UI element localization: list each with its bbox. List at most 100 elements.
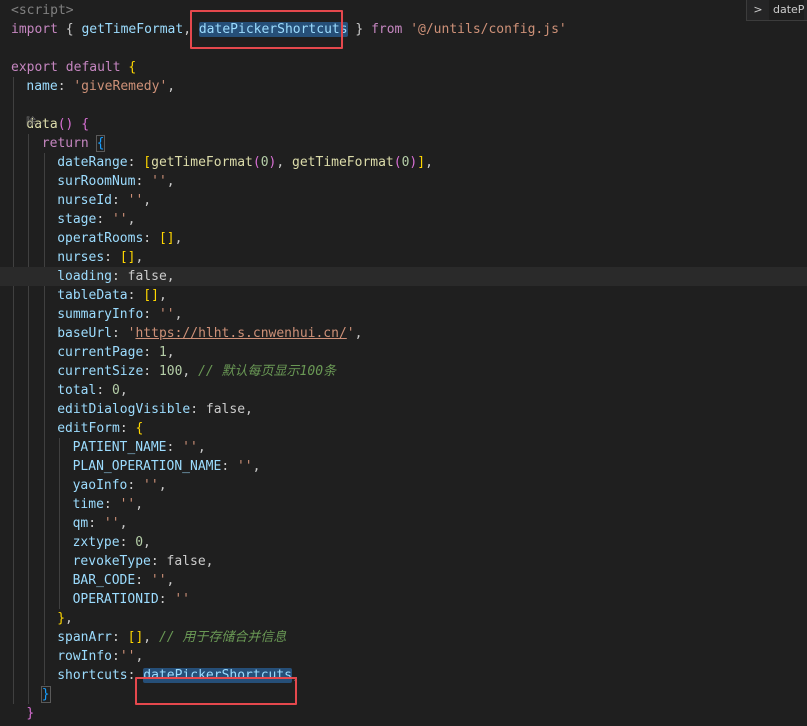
code-token: : xyxy=(119,421,136,436)
code-token: nurseId xyxy=(57,193,112,208)
code-token: : xyxy=(221,459,237,474)
code-line[interactable]: } xyxy=(0,685,807,704)
code-token: '' xyxy=(151,174,167,189)
code-editor[interactable]: <script> import { getTimeFormat, datePick… xyxy=(0,0,807,726)
code-line[interactable]: <script> xyxy=(0,1,807,20)
code-token: loading xyxy=(57,269,112,284)
code-line[interactable]: import { getTimeFormat, datePickerShortc… xyxy=(0,20,807,39)
code-token: '' xyxy=(236,459,253,474)
code-token: PLAN_OPERATION_NAME xyxy=(72,459,222,474)
code-line[interactable]: qm: '', xyxy=(0,514,807,533)
code-line[interactable]: nurseId: '', xyxy=(0,191,807,210)
code-token: , xyxy=(158,478,167,493)
code-line[interactable]: data() { xyxy=(0,115,807,134)
code-line[interactable]: currentPage: 1, xyxy=(0,343,807,362)
code-token: editForm xyxy=(57,421,120,436)
code-token: , xyxy=(119,516,128,531)
code-token: [] xyxy=(143,288,159,303)
code-token: , xyxy=(135,250,144,265)
code-token: , xyxy=(166,269,175,284)
code-token: , xyxy=(174,307,183,322)
code-token: getTimeFormat xyxy=(81,22,184,37)
code-token: 0 xyxy=(135,535,144,550)
code-token: ( xyxy=(252,155,261,170)
code-token: '' xyxy=(158,307,175,322)
code-token: 'giveRemedy' xyxy=(73,79,168,94)
code-line[interactable]: dateRange: [getTimeFormat(0), getTimeFor… xyxy=(0,153,807,172)
code-line[interactable]: total: 0, xyxy=(0,381,807,400)
code-line[interactable] xyxy=(0,96,807,115)
code-line-current[interactable]: loading: false, xyxy=(0,267,807,286)
chevron-right-icon[interactable]: > xyxy=(751,0,765,20)
code-line[interactable]: PATIENT_NAME: '', xyxy=(0,438,807,457)
code-line[interactable]: OPERATIONID: '' xyxy=(0,590,807,609)
code-token: false xyxy=(205,402,246,417)
code-token: : xyxy=(119,535,136,550)
code-token: : xyxy=(127,478,144,493)
code-line[interactable]: yaoInfo: '', xyxy=(0,476,807,495)
code-token: , xyxy=(174,231,183,246)
code-line[interactable]: spanArr: [], // 用于存储合并信息 xyxy=(0,628,807,647)
code-token: zxtype xyxy=(72,535,120,550)
code-token: qm xyxy=(72,516,89,531)
code-token: , xyxy=(166,345,175,360)
code-token: , xyxy=(158,288,167,303)
code-token: : xyxy=(104,250,120,265)
code-token: : xyxy=(143,345,159,360)
code-token: yaoInfo xyxy=(72,478,128,493)
code-line[interactable]: shortcuts: datePickerShortcuts, xyxy=(0,666,807,685)
code-token: '' xyxy=(127,193,144,208)
code-token: : xyxy=(150,554,167,569)
code-token: editDialogVisible xyxy=(57,402,191,417)
code-line[interactable]: }, xyxy=(0,609,807,628)
code-token: ' xyxy=(346,326,355,341)
code-line[interactable]: zxtype: 0, xyxy=(0,533,807,552)
code-token: '' xyxy=(119,649,136,664)
sticky-scroll-widget[interactable]: > dateP xyxy=(746,0,807,21)
code-line[interactable]: time: '', xyxy=(0,495,807,514)
code-token: getTimeFormat xyxy=(151,155,253,170)
code-line[interactable]: PLAN_OPERATION_NAME: '', xyxy=(0,457,807,476)
code-line[interactable] xyxy=(0,39,807,58)
code-token: 1 xyxy=(158,345,167,360)
code-token: surRoomNum xyxy=(57,174,136,189)
code-token: : xyxy=(111,326,128,341)
code-line[interactable]: } xyxy=(0,704,807,723)
code-token: : xyxy=(103,497,120,512)
code-line[interactable]: nurses: [], xyxy=(0,248,807,267)
code-token: '' xyxy=(174,592,190,607)
code-token: '' xyxy=(150,573,167,588)
code-token: , xyxy=(166,573,175,588)
code-line[interactable]: rowInfo:'', xyxy=(0,647,807,666)
code-line[interactable]: name: 'giveRemedy', xyxy=(0,77,807,96)
code-token: , xyxy=(276,155,293,170)
code-token: https://hlht.s.cnwenhui.cn/ xyxy=(135,326,347,341)
code-token: ] xyxy=(417,155,426,170)
code-token: , xyxy=(197,440,206,455)
code-line[interactable]: export default { xyxy=(0,58,807,77)
code-token: dateRange xyxy=(57,155,128,170)
code-token: : xyxy=(143,307,159,322)
code-token: 0 xyxy=(111,383,120,398)
code-token: ( xyxy=(393,155,402,170)
code-line[interactable]: operatRooms: [], xyxy=(0,229,807,248)
code-line[interactable]: revokeType: false, xyxy=(0,552,807,571)
code-line[interactable]: currentSize: 100, // 默认每页显示100条 xyxy=(0,362,807,381)
code-token: name xyxy=(26,79,58,94)
codelens-hint[interactable]: 除⌵ xyxy=(26,116,44,130)
code-line[interactable]: editForm: { xyxy=(0,419,807,438)
code-line[interactable]: BAR_CODE: '', xyxy=(0,571,807,590)
code-line[interactable]: baseUrl: 'https://hlht.s.cnwenhui.cn/', xyxy=(0,324,807,343)
code-token: : xyxy=(88,516,104,531)
code-token: from xyxy=(371,22,403,37)
code-line[interactable]: return { xyxy=(0,134,807,153)
code-token: : xyxy=(143,364,159,379)
code-line[interactable]: stage: '', xyxy=(0,210,807,229)
code-token: , xyxy=(166,174,175,189)
code-line[interactable]: surRoomNum: '', xyxy=(0,172,807,191)
code-line[interactable]: editDialogVisible: false, xyxy=(0,400,807,419)
code-line[interactable]: summaryInfo: '', xyxy=(0,305,807,324)
code-line[interactable]: tableData: [], xyxy=(0,286,807,305)
code-token: : xyxy=(143,231,159,246)
